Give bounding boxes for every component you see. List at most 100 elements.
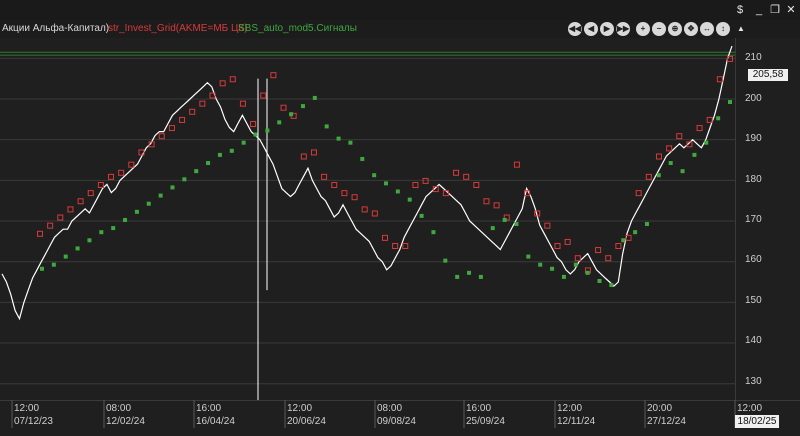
grid-order-marker — [412, 181, 419, 188]
signal-marker — [384, 181, 388, 186]
date-tick: 12/02/24 — [106, 416, 145, 427]
grid-order-marker — [108, 173, 115, 180]
signal-marker — [336, 136, 341, 141]
signal-marker — [585, 270, 590, 275]
signal-marker — [51, 262, 56, 267]
signal-marker — [241, 140, 246, 145]
signal-marker — [526, 254, 531, 259]
time-tick: 08:00 — [377, 403, 403, 414]
signal-marker — [680, 169, 685, 174]
signal-marker — [99, 230, 104, 235]
grid-order-marker — [351, 194, 358, 201]
grid-order-marker — [280, 104, 287, 111]
signal-marker — [692, 152, 697, 157]
price-tick: 160 — [745, 254, 762, 265]
signal-marker — [372, 173, 377, 178]
price-tick: 140 — [745, 335, 762, 346]
price-series-line — [1, 45, 733, 321]
signal-marker — [621, 238, 626, 243]
grid-order-marker — [158, 133, 165, 140]
date-tick: 20/06/24 — [287, 416, 326, 427]
grid-order-marker — [676, 133, 683, 140]
time-tick: 08:00 — [106, 403, 132, 414]
price-tick: 210 — [745, 52, 762, 63]
signal-marker — [134, 209, 139, 214]
signal-marker — [407, 197, 412, 202]
signal-marker — [550, 266, 555, 271]
grid-order-marker — [453, 169, 460, 176]
signal-marker — [158, 193, 163, 198]
signal-marker — [538, 262, 543, 267]
grid-order-marker — [382, 234, 388, 241]
grid-order-marker — [361, 206, 368, 213]
time-tick: 20:00 — [647, 403, 673, 414]
signal-marker — [455, 274, 460, 279]
grid-order-marker — [47, 222, 54, 229]
time-tick: 12:00 — [287, 403, 313, 414]
signal-marker — [490, 226, 495, 231]
time-tick: 16:00 — [466, 403, 492, 414]
signal-marker — [87, 238, 92, 243]
signal-marker — [265, 128, 270, 133]
signal-marker — [656, 173, 661, 178]
grid-order-marker — [67, 206, 74, 213]
grid-order-marker — [229, 76, 236, 83]
grid-order-marker — [574, 255, 581, 262]
signal-marker — [63, 254, 68, 259]
grid-order-marker — [615, 243, 622, 250]
signal-marker — [360, 156, 365, 161]
signal-marker — [668, 161, 673, 166]
price-tick: 130 — [745, 376, 762, 387]
price-tick: 170 — [745, 214, 762, 225]
signal-marker — [597, 278, 602, 283]
signal-marker — [312, 95, 317, 100]
grid-order-marker — [493, 202, 500, 209]
time-tick: 12:00 — [737, 403, 763, 414]
signal-marker — [229, 148, 234, 153]
grid-order-marker — [118, 169, 125, 176]
grid-order-marker — [392, 243, 399, 250]
grid-order-marker — [655, 153, 662, 160]
grid-order-marker — [168, 125, 175, 132]
signal-marker — [561, 274, 566, 279]
signal-marker — [123, 217, 128, 222]
signal-marker — [502, 217, 507, 222]
price-tick: 190 — [745, 133, 762, 144]
signal-marker — [431, 230, 436, 235]
time-tick: 12:00 — [14, 403, 40, 414]
signal-marker — [300, 104, 305, 109]
grid-order-marker — [321, 173, 328, 180]
signal-marker — [633, 230, 638, 235]
date-tick: 27/12/24 — [647, 416, 686, 427]
signal-marker — [40, 266, 44, 271]
grid-order-marker — [605, 255, 612, 262]
grid-order-marker — [402, 243, 409, 250]
signal-marker — [644, 222, 649, 227]
grid-order-marker — [239, 100, 246, 107]
signal-marker — [573, 262, 578, 267]
date-tick: 16/04/24 — [196, 416, 235, 427]
current-price-label: 205,58 — [748, 69, 788, 81]
signal-marker — [514, 222, 519, 227]
grid-order-marker — [128, 161, 135, 168]
grid-order-marker — [513, 161, 520, 168]
grid-order-marker — [666, 145, 673, 152]
signal-marker — [348, 140, 353, 145]
signal-marker — [289, 112, 294, 117]
date-tick: 12/11/24 — [557, 416, 596, 427]
signal-marker — [324, 124, 329, 129]
grid-order-marker — [463, 173, 470, 180]
time-tick: 16:00 — [196, 403, 222, 414]
signal-marker — [182, 177, 187, 182]
signal-marker — [478, 274, 483, 279]
grid-order-marker — [77, 198, 84, 205]
signal-marker — [111, 226, 116, 231]
grid-order-marker — [331, 181, 338, 188]
grid-order-marker — [371, 210, 378, 217]
signal-marker — [217, 152, 222, 157]
grid-order-marker — [473, 181, 480, 188]
signal-marker — [170, 185, 175, 190]
grid-order-marker — [716, 76, 723, 83]
signal-marker — [467, 270, 472, 275]
signal-marker — [253, 132, 258, 137]
